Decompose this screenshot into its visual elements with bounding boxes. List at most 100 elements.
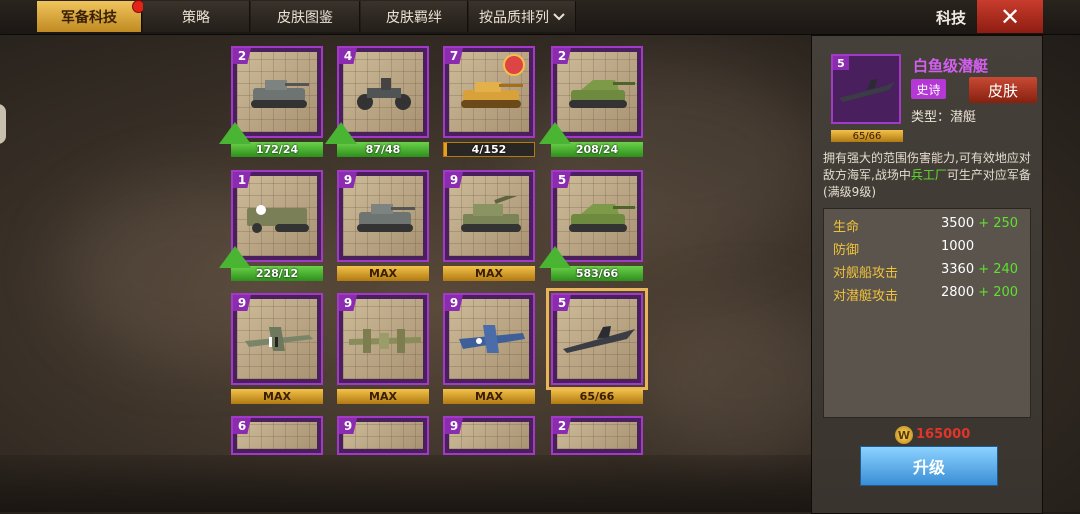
unit-progress-bar: 228/12 [231,266,323,281]
progress-text: 228/12 [255,267,299,280]
background-smoke [640,300,840,460]
page-title: 科技 [936,9,967,27]
unit-progress-bar: MAX [337,389,429,404]
stat-label-anti-sub: 对潜艇攻击 [833,289,899,304]
coin-icon: W [895,426,913,444]
bomber-icon [349,329,421,353]
close-button[interactable]: ✕ [977,0,1043,33]
level-badge: 5 [833,56,849,70]
stat-number: 1000 [941,239,975,254]
stat-label-defense: 防御 [833,243,860,258]
selected-unit-thumbnail: 5 [831,54,901,124]
unit-card[interactable]: 6 [231,416,323,455]
tank-destroyer-icon [569,80,635,108]
unit-card[interactable]: 2 [231,46,323,138]
progress-text: 172/24 [255,143,299,156]
progress-text: MAX [263,390,291,403]
fighter-blue-icon [459,325,525,353]
unit-card[interactable]: 9 [443,170,535,262]
unit-card[interactable]: 9 [337,170,429,262]
unit-progress-bar: 208/24 [551,142,643,157]
chevron-down-icon [553,12,565,20]
tank-icon [357,204,415,232]
unit-progress-bar: MAX [231,389,323,404]
unit-card[interactable]: 4 [337,46,429,138]
upgrade-cost: 165000 [916,427,971,442]
tab-label: 军备科技 [61,9,117,26]
progress-text: 4/152 [471,143,507,156]
progress-fill [444,143,447,156]
unit-card[interactable]: 1 [231,170,323,262]
unit-progress-bar: 87/48 [337,142,429,157]
progress-text: MAX [369,267,397,280]
thumbnail-progress-bar: 65/66 [831,130,903,142]
unit-card[interactable]: 5 [551,170,643,262]
progress-text: MAX [369,390,397,403]
tab-strategy[interactable]: 策略 [143,1,250,32]
stat-number: 3360 [941,262,975,277]
unit-progress-bar: MAX [443,389,535,404]
skin-button[interactable]: 皮肤 [969,77,1037,103]
submarine-icon [839,79,895,102]
stat-number: 3500 [941,216,975,231]
unit-description: 拥有强大的范围伤害能力,可有效地应对敌方海军,战场中兵工厂可生产对应军备(满级9… [823,150,1033,201]
unit-progress-bar: MAX [443,266,535,281]
unit-card[interactable]: 9 [231,293,323,385]
unit-card[interactable]: 2 [551,416,643,455]
tank-destroyer-icon [569,204,635,232]
stat-label-hp: 生命 [833,220,860,235]
side-handle[interactable] [0,104,6,144]
unit-card[interactable]: 9 [443,416,535,455]
top-bar: 军备科技 策略 皮肤图鉴 皮肤羁绊 按品质排列 科技 ✕ [0,0,1080,35]
motorcycle-icon [357,78,411,110]
stat-number: 2800 [941,285,975,300]
unit-card[interactable]: 9 [337,293,429,385]
unit-progress-bar: MAX [337,266,429,281]
tab-arms-tech[interactable]: 军备科技 [37,0,145,32]
tab-label: 策略 [182,9,210,26]
sort-dropdown[interactable]: 按品质排列 [469,1,576,32]
stats-box: 生命 3500 + 250 防御 1000 对舰船攻击 3360 + 240 对… [823,208,1031,418]
submarine-icon [563,326,635,353]
unit-card[interactable]: 9 [337,416,429,455]
progress-text: 87/48 [365,143,401,156]
rarity-badge: 史诗 [911,79,946,99]
tab-skin-bond[interactable]: 皮肤羁绊 [361,1,468,32]
tab-label: 皮肤羁绊 [386,9,442,26]
fighter-icon [245,327,313,351]
stat-bonus: + 250 [978,216,1019,231]
unit-type: 类型：潜艇 [911,110,977,125]
halftrack-icon [247,205,309,233]
stat-value-defense: 1000 [941,239,974,254]
unit-card[interactable]: 2 [551,46,643,138]
medal-icon [503,54,525,76]
tab-skin-gallery[interactable]: 皮肤图鉴 [251,1,360,32]
unit-progress-bar: 583/66 [551,266,643,281]
progress-text: 208/24 [575,143,619,156]
tank-icon [251,80,309,108]
detail-panel: 5 65/66 白鱼级潜艇 史诗 皮肤 类型：潜艇 拥有强大的范围伤害能力,可有… [811,35,1043,514]
bottom-fade [0,455,811,512]
unit-name: 白鱼级潜艇 [913,57,989,75]
unit-progress-bar: 172/24 [231,142,323,157]
progress-text: 583/66 [575,267,619,280]
description-highlight: 兵工厂 [910,168,947,182]
close-icon: ✕ [999,2,1021,31]
unit-progress-bar: 4/152 [443,142,535,157]
unit-card[interactable]: 5 [546,288,648,390]
tank-gold-icon [461,82,523,108]
upgrade-button[interactable]: 升级 [860,446,998,486]
progress-text: MAX [475,390,503,403]
progress-text: 65/66 [579,390,615,403]
artillery-icon [461,196,524,232]
stat-bonus: + 240 [978,262,1019,277]
stat-value-anti-sub: 2800 + 200 [941,285,1018,300]
stat-bonus: + 200 [978,285,1019,300]
unit-progress-bar: 65/66 [551,389,643,404]
unit-card[interactable]: 7 [443,46,535,138]
stat-value-hp: 3500 + 250 [941,216,1018,231]
unit-card[interactable]: 9 [443,293,535,385]
tab-label: 皮肤图鉴 [277,9,333,26]
progress-text: MAX [475,267,503,280]
stat-label-anti-ship: 对舰船攻击 [833,266,899,281]
